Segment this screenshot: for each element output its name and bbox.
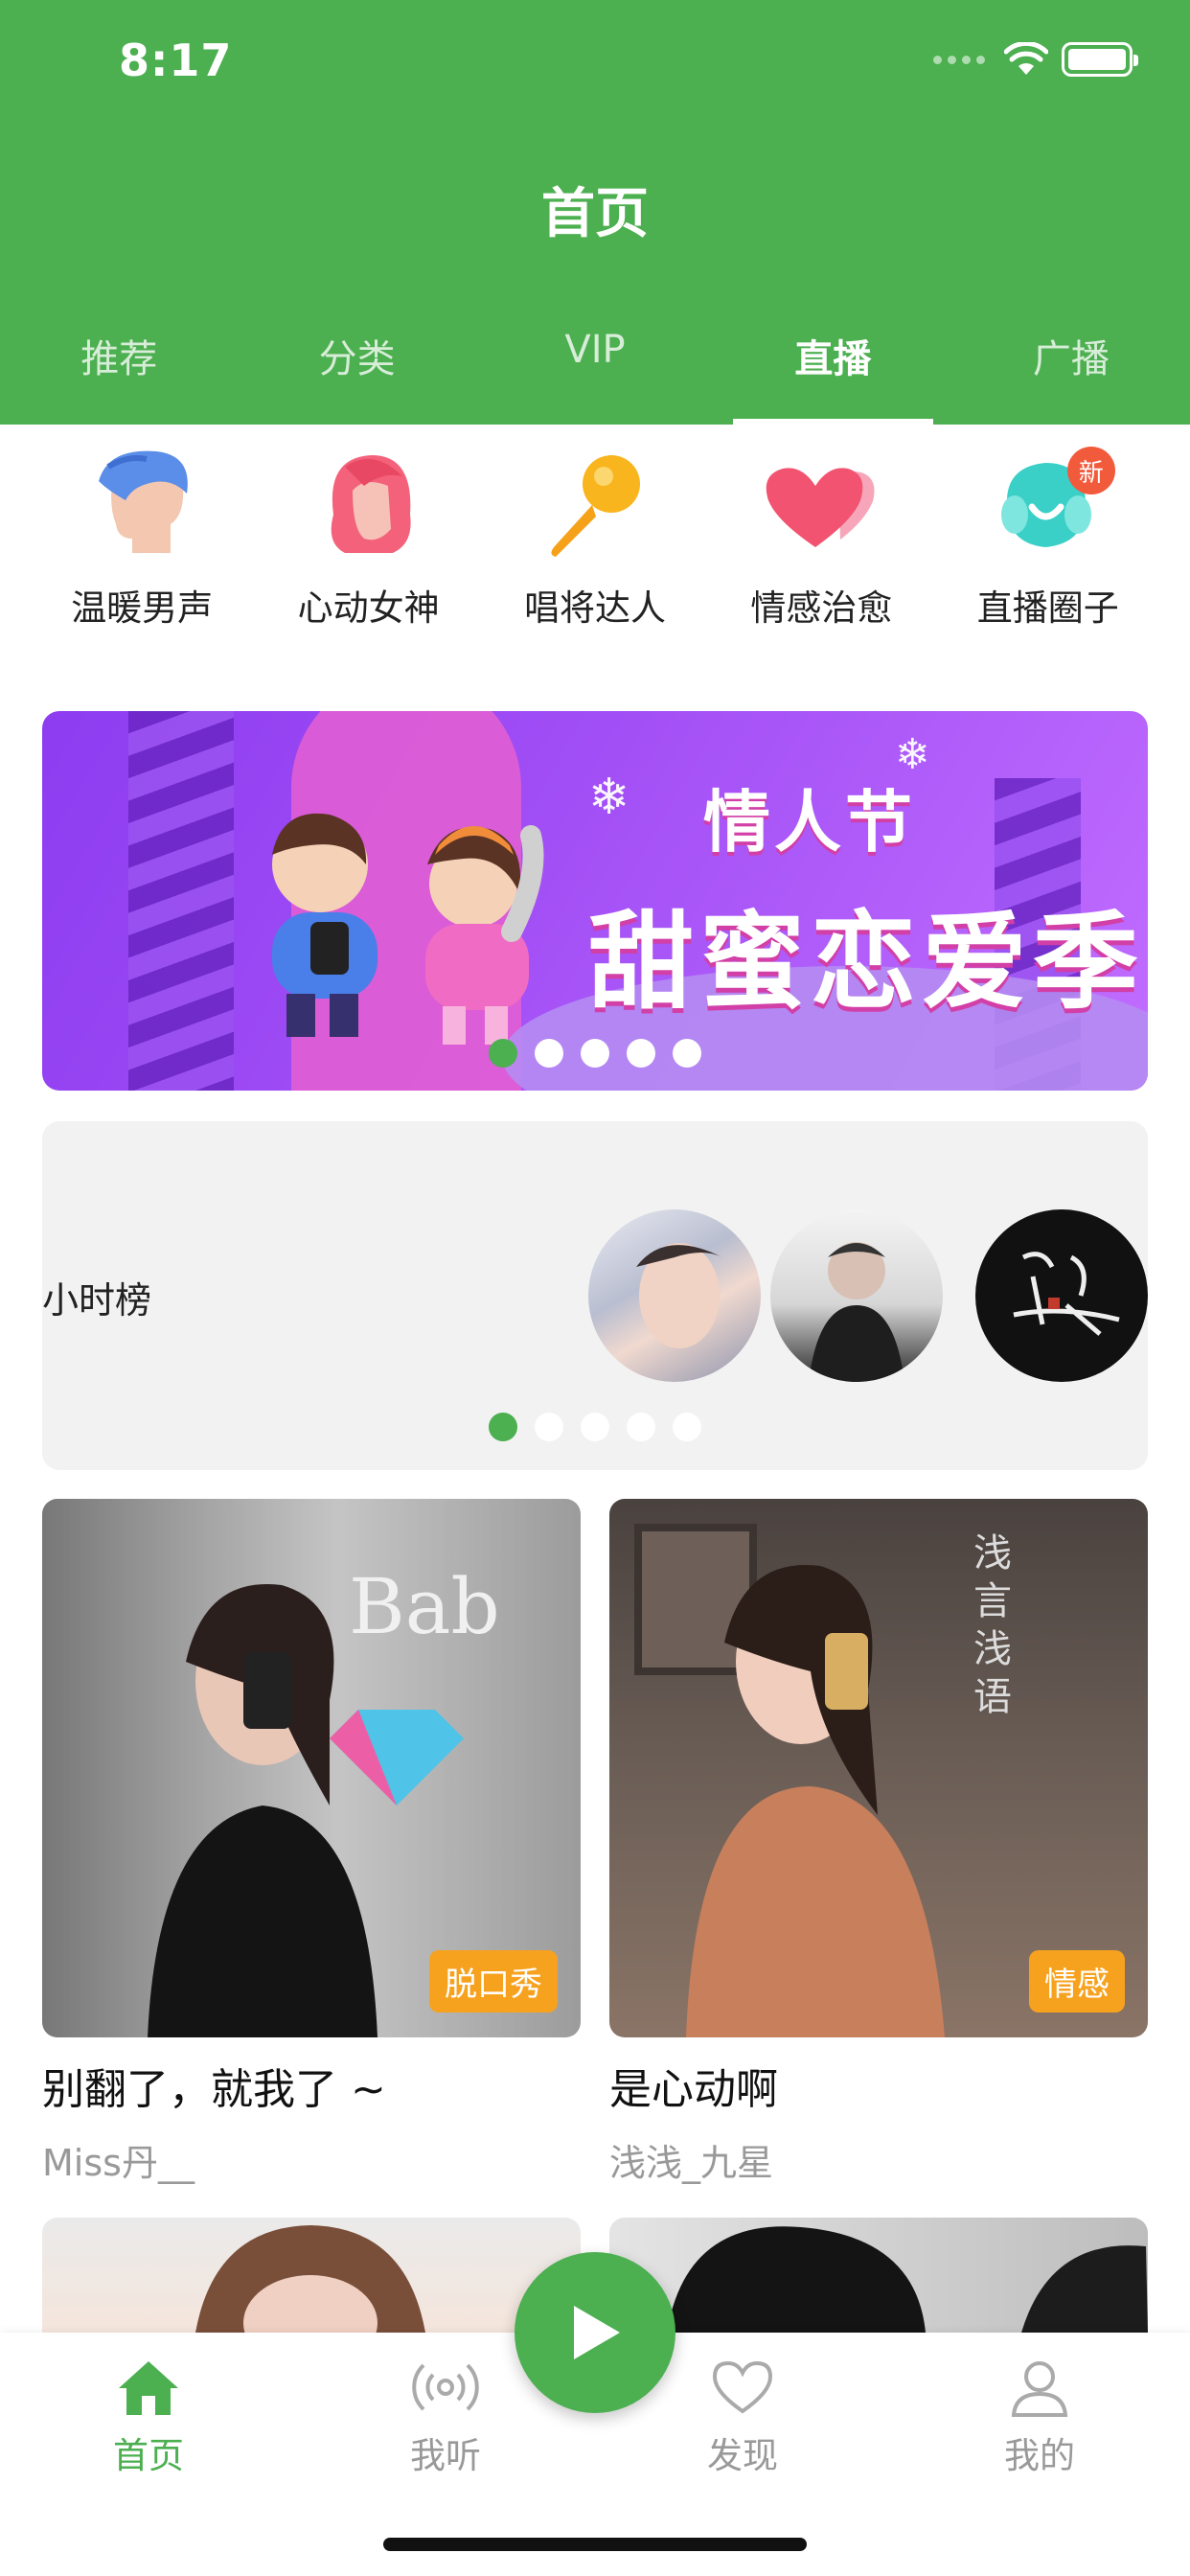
cellular-signal-icon (933, 55, 985, 64)
tab-live[interactable]: 直播 (714, 307, 951, 425)
page-title: 首页 (541, 183, 649, 245)
avatar[interactable] (975, 1209, 1148, 1382)
banner-title: 甜蜜恋爱季 (588, 901, 1144, 1024)
tab-broadcast[interactable]: 广播 (952, 307, 1190, 425)
svg-text:言: 言 (973, 1579, 1012, 1623)
hearts-icon (754, 443, 888, 567)
category-live-circle[interactable]: 新 直播圈子 (952, 443, 1144, 654)
circle-smile-icon: 新 (981, 443, 1115, 567)
live-room-title: 别翻了，就我了 ~ (42, 2065, 386, 2114)
category-warm-male-voice[interactable]: 温暖男声 (46, 443, 238, 654)
nav-discover[interactable]: 发现 (647, 2358, 838, 2478)
pagination-dot[interactable] (627, 1039, 655, 1068)
nav-me[interactable]: 我的 (944, 2358, 1135, 2478)
new-badge: 新 (1066, 447, 1115, 494)
pagination-dot[interactable] (673, 1039, 701, 1068)
snowflake-icon: ❄ (588, 769, 630, 826)
live-room-host: 浅浅_九星 (609, 2142, 774, 2184)
category-label: 情感治愈 (750, 587, 893, 629)
live-room-cover: 浅 言 浅 语 情感 (609, 1499, 1148, 2037)
top-tabs: 推荐 分类 VIP 直播 广播 (0, 307, 1190, 425)
category-tag: 脱口秀 (429, 1950, 558, 2012)
hour-rank-pagination (489, 1413, 701, 1441)
pagination-dot[interactable] (581, 1039, 609, 1068)
live-room-card[interactable] (42, 2218, 581, 2333)
radio-waves-icon (412, 2363, 479, 2411)
nav-label: 发现 (707, 2435, 778, 2476)
avatar[interactable] (770, 1209, 943, 1382)
pagination-dot[interactable] (489, 1039, 517, 1068)
play-icon (574, 2306, 620, 2359)
category-label: 直播圈子 (976, 587, 1119, 629)
status-time: 8:17 (119, 34, 233, 86)
banner-subtitle: 情人节 (703, 783, 916, 862)
svg-text:浅: 浅 (973, 1627, 1012, 1671)
girl-head-icon (302, 443, 436, 567)
pagination-dot[interactable] (673, 1413, 701, 1441)
nav-home[interactable]: 首页 (53, 2358, 244, 2478)
live-room-host: Miss丹__ (42, 2142, 195, 2184)
promo-banner[interactable]: ❄ ❄ 情人节 甜蜜恋爱季 (42, 711, 1148, 1091)
pagination-dot[interactable] (581, 1413, 609, 1441)
header: 8:17 首页 推荐 分类 VIP 直播 广播 (0, 0, 1190, 425)
pagination-dot[interactable] (489, 1413, 517, 1441)
svg-text:浅: 浅 (973, 1531, 1012, 1576)
category-label: 心动女神 (297, 587, 440, 629)
avatar[interactable] (588, 1209, 761, 1382)
category-singer-talent[interactable]: 唱将达人 (499, 443, 691, 654)
category-tag: 情感 (1029, 1950, 1125, 2012)
nav-label: 我听 (410, 2435, 481, 2476)
play-button[interactable] (515, 2252, 675, 2413)
hour-rank-label: 小时榜 (42, 1279, 152, 1322)
pagination-dot[interactable] (535, 1039, 563, 1068)
nav-label: 首页 (113, 2435, 184, 2476)
tab-recommend[interactable]: 推荐 (0, 307, 238, 425)
nav-label: 我的 (1004, 2435, 1075, 2476)
banner-girl-illustration (425, 825, 544, 1045)
wifi-icon (1004, 42, 1048, 75)
boy-head-icon (75, 443, 209, 567)
heart-outline-icon (712, 2360, 773, 2414)
tab-category[interactable]: 分类 (238, 307, 475, 425)
home-indicator (383, 2538, 807, 2551)
person-icon (1011, 2361, 1068, 2417)
battery-icon (1062, 42, 1138, 77)
live-room-title: 是心动啊 (609, 2065, 778, 2114)
pagination-dot[interactable] (627, 1413, 655, 1441)
live-room-card[interactable]: Bab 脱口秀 别翻了，就我了 ~ Miss丹__ (42, 1499, 581, 2186)
banner-pagination (489, 1039, 701, 1068)
svg-text:Bab: Bab (349, 1562, 500, 1651)
live-room-card[interactable]: 浅 言 浅 语 情感 是心动啊 浅浅_九星 (609, 1499, 1148, 2186)
microphone-icon (528, 443, 662, 567)
nav-listen[interactable]: 我听 (350, 2358, 541, 2478)
tab-vip[interactable]: VIP (476, 307, 714, 425)
live-room-cover: Bab 脱口秀 (42, 1499, 581, 2037)
hour-rank-card[interactable]: 小时榜 (42, 1121, 1148, 1470)
category-label: 唱将达人 (523, 587, 666, 629)
category-heartthrob-goddess[interactable]: 心动女神 (273, 443, 465, 654)
banner-boy-illustration (272, 813, 378, 1037)
home-icon (119, 2361, 178, 2415)
svg-text:语: 语 (973, 1675, 1012, 1719)
live-categories: 温暖男声 心动女神 唱将达人 情感治愈 新 直播圈子 (0, 443, 1190, 654)
banner-decoration (128, 711, 234, 1091)
live-room-card[interactable] (609, 2218, 1148, 2333)
category-emotional-healing[interactable]: 情感治愈 (725, 443, 917, 654)
pagination-dot[interactable] (535, 1413, 563, 1441)
category-label: 温暖男声 (71, 587, 214, 629)
status-icons (933, 42, 1138, 77)
